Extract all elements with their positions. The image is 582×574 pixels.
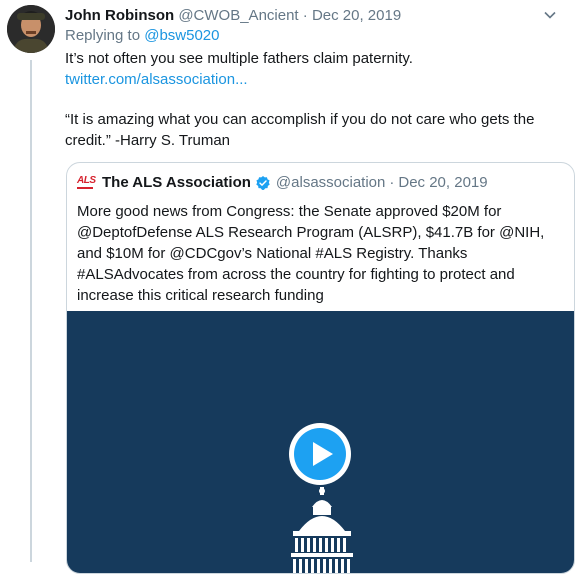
als-logo-text: ALS	[77, 175, 96, 186]
avatar[interactable]	[7, 5, 55, 53]
video-player[interactable]	[67, 311, 574, 573]
replying-to-label: Replying to	[65, 27, 141, 44]
play-icon[interactable]	[287, 421, 353, 487]
quoted-tweet[interactable]: ALS The ALS Association @alsassociation …	[66, 162, 575, 574]
tweet-header: John Robinson @CWOB_Ancient · Dec 20, 20…	[65, 6, 575, 26]
tweet-link[interactable]: twitter.com/alsassociation...	[65, 69, 575, 90]
tweet-quote-text: “It is amazing what you can accomplish i…	[65, 111, 535, 149]
tweet-line: It’s not often you see multiple fathers …	[65, 50, 413, 67]
quoted-author-name[interactable]: The ALS Association	[102, 173, 251, 193]
header-separator: ·	[302, 7, 308, 24]
tweet: John Robinson @CWOB_Ancient · Dec 20, 20…	[65, 6, 575, 151]
replying-to-handle[interactable]: @bsw5020	[144, 27, 219, 44]
quoted-tweet-header: ALS The ALS Association @alsassociation …	[77, 173, 488, 193]
replying-to: Replying to @bsw5020	[65, 26, 575, 46]
thread-line	[30, 60, 32, 562]
tweet-text: It’s not often you see multiple fathers …	[65, 48, 575, 151]
capitol-dome-icon	[291, 487, 353, 573]
author-name[interactable]: John Robinson	[65, 7, 174, 24]
quoted-header-separator: ·	[389, 174, 395, 191]
author-handle[interactable]: @CWOB_Ancient	[178, 7, 298, 24]
tweet-date[interactable]: Dec 20, 2019	[312, 7, 401, 24]
quoted-date[interactable]: Dec 20, 2019	[398, 173, 487, 193]
chevron-down-icon[interactable]	[543, 8, 557, 22]
avatar-image	[7, 5, 55, 53]
quoted-tweet-text: More good news from Congress: the Senate…	[77, 203, 545, 304]
quoted-author-handle[interactable]: @alsassociation	[276, 173, 385, 193]
als-logo: ALS	[77, 175, 96, 190]
verified-badge-icon	[256, 176, 270, 190]
